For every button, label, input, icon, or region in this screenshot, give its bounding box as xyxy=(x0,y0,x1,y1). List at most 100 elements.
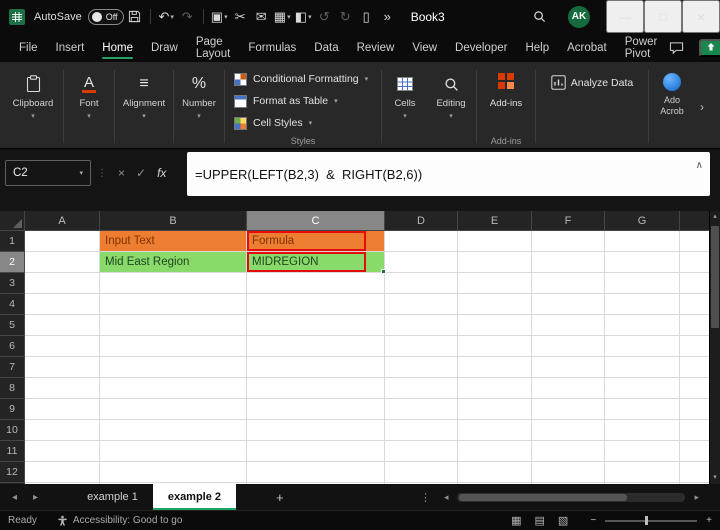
ribbon-group-font[interactable]: A Font ▾ xyxy=(65,65,113,148)
mail-button[interactable]: ✉ xyxy=(251,4,272,30)
menu-power-pivot[interactable]: Power Pivot xyxy=(616,33,667,62)
menu-view[interactable]: View xyxy=(403,33,446,62)
cell-C8[interactable] xyxy=(247,378,385,399)
cell-B8[interactable] xyxy=(100,378,247,399)
cell-D10[interactable] xyxy=(385,420,458,441)
sheet-tab-example-1[interactable]: example 1 xyxy=(72,484,153,510)
column-header-F[interactable]: F xyxy=(532,211,605,231)
page-layout-view-button[interactable]: ▤ xyxy=(535,514,545,527)
hscroll-left-icon[interactable]: ◂ xyxy=(444,492,449,503)
cell-C6[interactable] xyxy=(247,336,385,357)
cell-C10[interactable] xyxy=(247,420,385,441)
formula-bar-collapse-icon[interactable]: ∧ xyxy=(696,160,703,171)
hscroll-right-icon[interactable]: ▸ xyxy=(694,492,699,503)
cell-A8[interactable] xyxy=(25,378,100,399)
cell-A10[interactable] xyxy=(25,420,100,441)
cell-C12[interactable] xyxy=(247,462,385,483)
select-all-button[interactable] xyxy=(0,211,25,231)
cell-G1[interactable] xyxy=(605,231,680,252)
cell-A7[interactable] xyxy=(25,357,100,378)
maximize-button[interactable]: □ xyxy=(644,0,682,33)
zoom-slider[interactable] xyxy=(605,516,698,525)
column-header-A[interactable]: A xyxy=(25,211,100,231)
cell-D7[interactable] xyxy=(385,357,458,378)
cell-E13[interactable] xyxy=(458,483,532,484)
cell-G3[interactable] xyxy=(605,273,680,294)
qat-overflow-button[interactable]: » xyxy=(377,4,398,30)
cell-B2[interactable]: Mid East Region xyxy=(100,252,247,273)
vertical-scrollbar-thumb[interactable] xyxy=(711,226,719,328)
menu-help[interactable]: Help xyxy=(516,33,558,62)
cell-F11[interactable] xyxy=(532,441,605,462)
cell-D11[interactable] xyxy=(385,441,458,462)
cell-A4[interactable] xyxy=(25,294,100,315)
menu-review[interactable]: Review xyxy=(348,33,404,62)
cell-D4[interactable] xyxy=(385,294,458,315)
cell-C13[interactable] xyxy=(247,483,385,484)
cell-E11[interactable] xyxy=(458,441,532,462)
cell-F8[interactable] xyxy=(532,378,605,399)
cell-B12[interactable] xyxy=(100,462,247,483)
cell-G4[interactable] xyxy=(605,294,680,315)
cell-C11[interactable] xyxy=(247,441,385,462)
cell-F7[interactable] xyxy=(532,357,605,378)
styles-item-conditional-formatting[interactable]: Conditional Formatting ▾ xyxy=(234,68,376,90)
column-header-C[interactable]: C xyxy=(247,211,385,231)
cell-G6[interactable] xyxy=(605,336,680,357)
cell-F5[interactable] xyxy=(532,315,605,336)
analyze-data-button[interactable]: Analyze Data xyxy=(551,75,633,90)
cell-E8[interactable] xyxy=(458,378,532,399)
cell-B5[interactable] xyxy=(100,315,247,336)
sheet-nav-right[interactable]: ▸ xyxy=(25,484,46,510)
cell-F10[interactable] xyxy=(532,420,605,441)
cell-A6[interactable] xyxy=(25,336,100,357)
cell-E7[interactable] xyxy=(458,357,532,378)
cell-B6[interactable] xyxy=(100,336,247,357)
cell-G8[interactable] xyxy=(605,378,680,399)
cell-A2[interactable] xyxy=(25,252,100,273)
fill-handle[interactable] xyxy=(381,269,386,274)
row-header-7[interactable]: 7 xyxy=(0,357,25,378)
menu-data[interactable]: Data xyxy=(305,33,347,62)
cell-D1[interactable] xyxy=(385,231,458,252)
column-header-B[interactable]: B xyxy=(100,211,247,231)
row-header-6[interactable]: 6 xyxy=(0,336,25,357)
cell-A11[interactable] xyxy=(25,441,100,462)
menu-acrobat[interactable]: Acrobat xyxy=(558,33,616,62)
cell-F1[interactable] xyxy=(532,231,605,252)
cell-B11[interactable] xyxy=(100,441,247,462)
search-button[interactable] xyxy=(529,4,550,30)
cell-D6[interactable] xyxy=(385,336,458,357)
ribbon-group-acrobat[interactable]: Ado Acrob xyxy=(650,65,694,148)
cancel-button[interactable]: × xyxy=(118,166,125,180)
menu-formulas[interactable]: Formulas xyxy=(239,33,305,62)
close-button[interactable]: × xyxy=(682,0,720,33)
cell-C7[interactable] xyxy=(247,357,385,378)
row-header-1[interactable]: 1 xyxy=(0,231,25,252)
cell-G2[interactable] xyxy=(605,252,680,273)
menu-insert[interactable]: Insert xyxy=(47,33,94,62)
cell-A1[interactable] xyxy=(25,231,100,252)
fill-color-button[interactable]: ◧ ▾ xyxy=(293,4,314,30)
row-header-11[interactable]: 11 xyxy=(0,441,25,462)
row-header-12[interactable]: 12 xyxy=(0,462,25,483)
zoom-out-button[interactable]: − xyxy=(590,515,596,526)
cell-A12[interactable] xyxy=(25,462,100,483)
row-header-3[interactable]: 3 xyxy=(0,273,25,294)
comments-button[interactable] xyxy=(666,35,687,61)
column-header-partial[interactable] xyxy=(680,211,709,231)
cell-F4[interactable] xyxy=(532,294,605,315)
undo-button[interactable]: ↶ ▾ xyxy=(156,4,177,30)
accessibility-status[interactable]: Accessibility: Good to go xyxy=(57,515,182,526)
undo-history-button[interactable]: ↺ xyxy=(314,4,335,30)
cell-B7[interactable] xyxy=(100,357,247,378)
cell-E2[interactable] xyxy=(458,252,532,273)
cell-D3[interactable] xyxy=(385,273,458,294)
menu-developer[interactable]: Developer xyxy=(446,33,516,62)
cell-D8[interactable] xyxy=(385,378,458,399)
horizontal-scrollbar-thumb[interactable] xyxy=(459,493,628,501)
save-button[interactable] xyxy=(124,4,145,30)
autosave-toggle[interactable]: AutoSave Off xyxy=(34,8,124,25)
ribbon-group-addins[interactable]: Add-ins Add-ins xyxy=(478,65,534,148)
menu-draw[interactable]: Draw xyxy=(142,33,187,62)
